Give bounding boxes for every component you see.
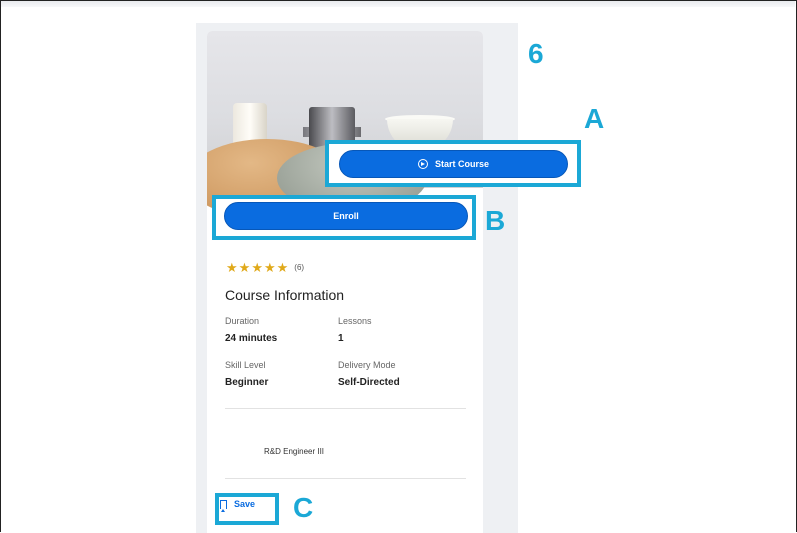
save-label: Save xyxy=(234,499,256,509)
course-info-title: Course Information xyxy=(225,287,345,303)
start-course-button[interactable]: Start Course xyxy=(339,150,568,178)
delivery-mode-label: Delivery Mode xyxy=(338,360,396,370)
rating-count: (6) xyxy=(294,263,305,272)
course-card xyxy=(207,31,483,533)
top-strip xyxy=(1,1,795,7)
star-icon: ★ xyxy=(276,260,289,275)
divider xyxy=(225,478,466,479)
enroll-label: Enroll xyxy=(333,211,359,221)
star-icon: ★ xyxy=(263,260,276,275)
enroll-button[interactable]: Enroll xyxy=(224,202,468,230)
save-button[interactable]: Save xyxy=(220,499,256,512)
divider xyxy=(225,408,466,409)
star-icon: ★ xyxy=(251,260,263,275)
play-circle-icon xyxy=(417,159,428,169)
bookmark-icon xyxy=(220,499,227,512)
star-icon: ★ xyxy=(238,260,251,275)
star-icon: ★ xyxy=(226,260,238,275)
skill-level-value: Beginner xyxy=(225,377,269,388)
callout-label-c: C xyxy=(293,492,314,523)
delivery-mode-value: Self-Directed xyxy=(338,377,400,388)
rating-stars: ★ ★ ★ ★ ★ (6) xyxy=(226,261,304,274)
duration-label: Duration xyxy=(225,316,260,326)
step-number: 6 xyxy=(528,38,544,69)
lessons-value: 1 xyxy=(338,333,344,344)
duration-value: 24 minutes xyxy=(225,333,278,344)
callout-label-b: B xyxy=(485,205,506,236)
start-course-label: Start Course xyxy=(434,159,489,169)
skill-level-label: Skill Level xyxy=(225,360,266,370)
audience-role: R&D Engineer III xyxy=(264,447,325,456)
lessons-label: Lessons xyxy=(338,316,372,326)
callout-label-a: A xyxy=(584,103,605,134)
